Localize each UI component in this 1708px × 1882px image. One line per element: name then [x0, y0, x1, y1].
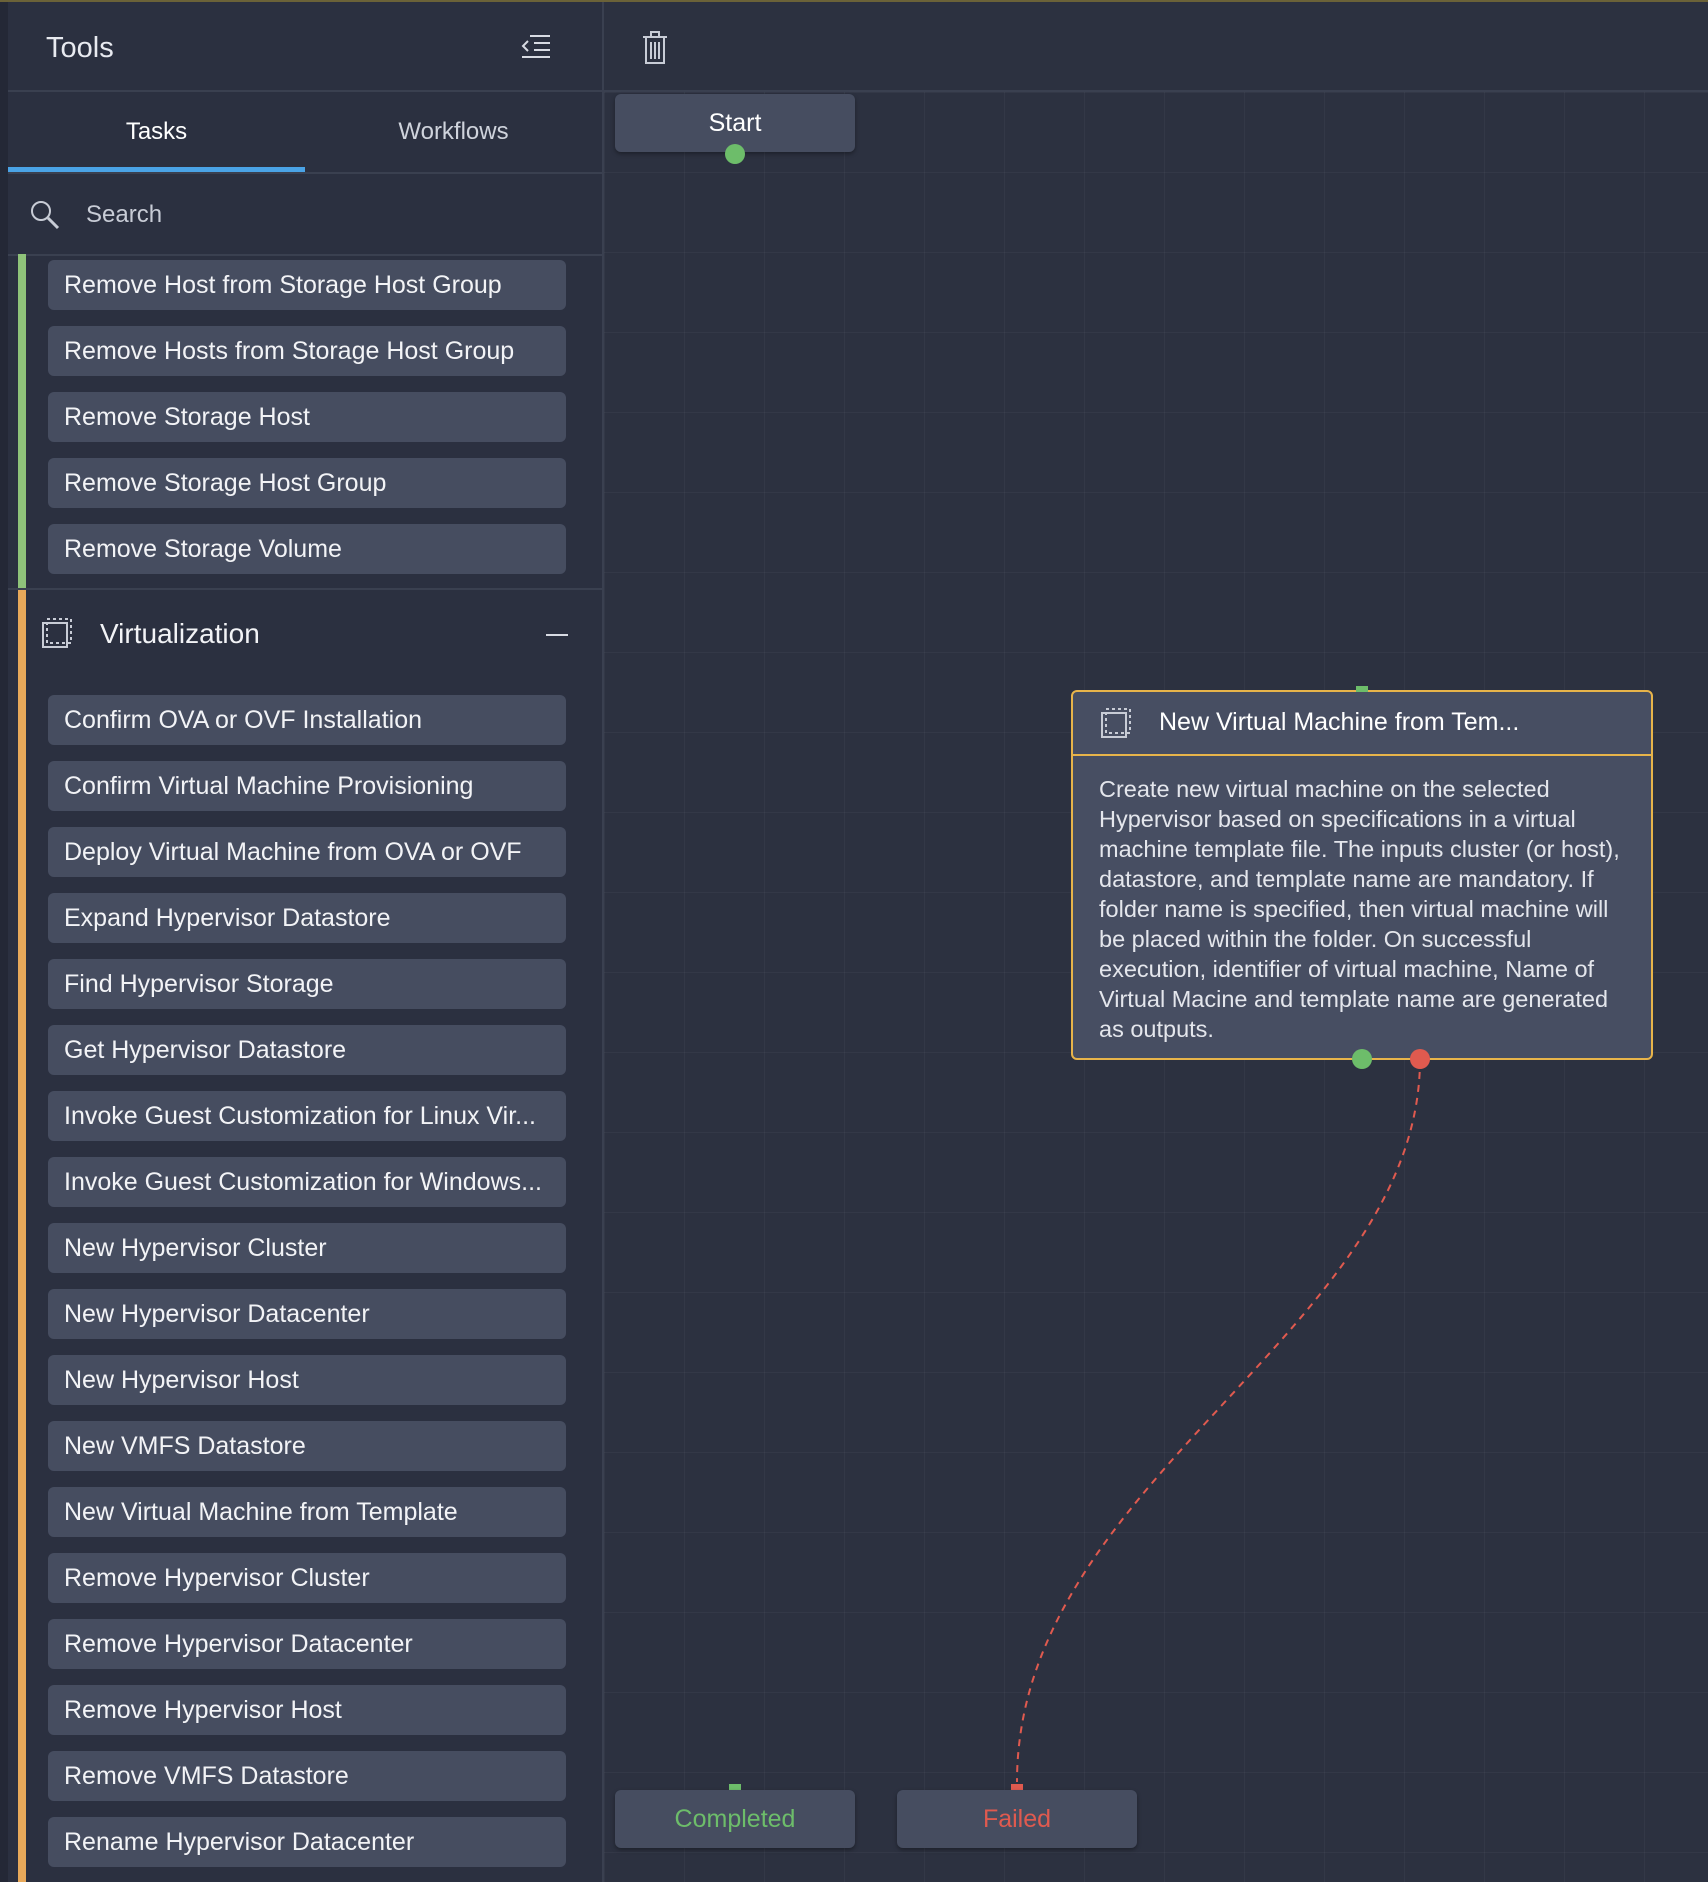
- task-item[interactable]: Remove Hosts from Storage Host Group: [48, 326, 566, 376]
- task-item[interactable]: Remove Host from Storage Host Group: [48, 260, 566, 310]
- search-icon: [28, 198, 62, 232]
- sidebar-edge: [0, 2, 8, 1882]
- task-item[interactable]: Remove Hypervisor Host: [48, 1685, 566, 1735]
- task-item[interactable]: Remove Storage Volume: [48, 524, 566, 574]
- task-item[interactable]: Remove Hypervisor Datacenter: [48, 1619, 566, 1669]
- task-node-title: New Virtual Machine from Tem...: [1159, 708, 1520, 736]
- task-node-header: New Virtual Machine from Tem...: [1073, 692, 1651, 756]
- virtualization-group-bar: [18, 590, 26, 1882]
- virtualization-section-header[interactable]: Virtualization: [26, 602, 602, 668]
- task-item[interactable]: Confirm OVA or OVF Installation: [48, 695, 566, 745]
- task-item[interactable]: Remove Storage Host Group: [48, 458, 566, 508]
- task-item[interactable]: New VMFS Datastore: [48, 1421, 566, 1471]
- trash-icon[interactable]: [640, 30, 670, 66]
- task-item[interactable]: New Hypervisor Host: [48, 1355, 566, 1405]
- failed-node[interactable]: Failed: [897, 1790, 1137, 1848]
- sidebar-title: Tools: [46, 32, 114, 64]
- start-output-port[interactable]: [725, 144, 745, 164]
- virtualization-icon: [40, 616, 74, 650]
- canvas-toolbar: [604, 2, 1708, 92]
- task-node-description: Create new virtual machine on the select…: [1099, 776, 1620, 1042]
- sidebar-header: Tools: [8, 2, 602, 92]
- task-item[interactable]: Get Hypervisor Datastore: [48, 1025, 566, 1075]
- task-item[interactable]: New Hypervisor Datacenter: [48, 1289, 566, 1339]
- tab-workflows[interactable]: Workflows: [305, 92, 602, 172]
- task-item[interactable]: Invoke Guest Customization for Linux Vir…: [48, 1091, 566, 1141]
- task-item[interactable]: New Hypervisor Cluster: [48, 1223, 566, 1273]
- task-failure-port[interactable]: [1410, 1049, 1430, 1069]
- minus-icon[interactable]: [542, 620, 572, 650]
- task-input-port[interactable]: [1356, 686, 1368, 692]
- completed-node[interactable]: Completed: [615, 1790, 855, 1848]
- task-item[interactable]: Find Hypervisor Storage: [48, 959, 566, 1009]
- tools-sidebar: Tools Tasks Workflows Search Remove Host…: [0, 2, 604, 1882]
- task-item[interactable]: Remove VMFS Datastore: [48, 1751, 566, 1801]
- task-item[interactable]: Deploy Virtual Machine from OVA or OVF: [48, 827, 566, 877]
- task-item[interactable]: Remove Hypervisor Cluster: [48, 1553, 566, 1603]
- active-tab-indicator: [8, 167, 305, 172]
- collapse-sidebar-icon[interactable]: [518, 30, 554, 62]
- search-bar: [8, 174, 602, 256]
- task-success-port[interactable]: [1352, 1049, 1372, 1069]
- task-item[interactable]: Confirm Virtual Machine Provisioning: [48, 761, 566, 811]
- task-item[interactable]: Remove Storage Host: [48, 392, 566, 442]
- sidebar-tabs: Tasks Workflows: [8, 92, 602, 174]
- task-item[interactable]: Expand Hypervisor Datastore: [48, 893, 566, 943]
- task-item[interactable]: New Virtual Machine from Template: [48, 1487, 566, 1537]
- virtualization-section-title: Virtualization: [100, 618, 260, 649]
- task-node-icon: [1099, 706, 1133, 740]
- search-input[interactable]: [84, 192, 568, 238]
- storage-group-bar: [18, 254, 26, 588]
- group-divider: [8, 588, 602, 590]
- task-item[interactable]: Rename Hypervisor Datacenter: [48, 1817, 566, 1867]
- tab-tasks[interactable]: Tasks: [8, 92, 305, 172]
- task-node-new-virtual-machine[interactable]: New Virtual Machine from Tem... Create n…: [1071, 690, 1653, 1060]
- task-item[interactable]: Invoke Guest Customization for Windows..…: [48, 1157, 566, 1207]
